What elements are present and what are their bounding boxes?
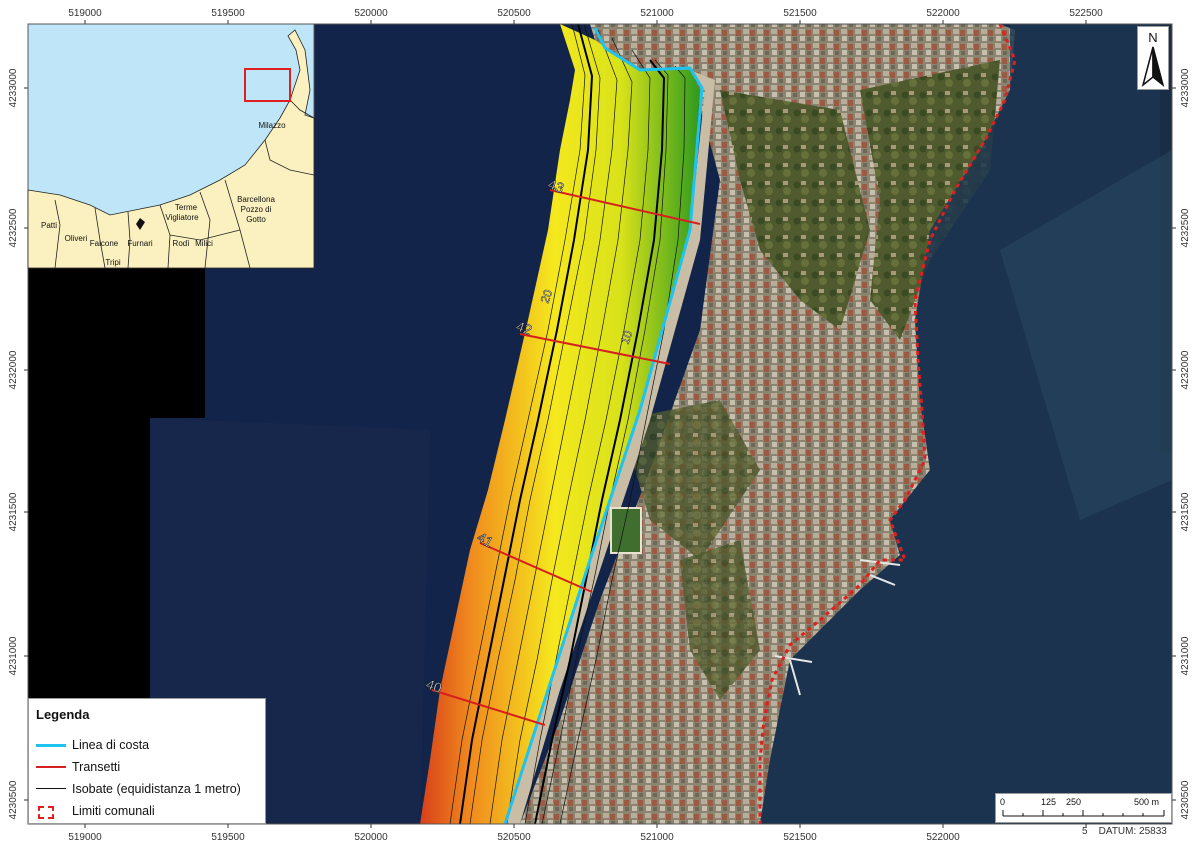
x-tick-bottom-519000: 519000 [68,832,102,843]
inset-place-tripi: Tripi [105,258,120,267]
inset-place-patti: Patti [41,221,57,230]
isobath-symbol [36,783,66,795]
x-tick-bottom-520500: 520500 [497,832,531,843]
inset-place-barcellona: Barcellona [237,195,275,204]
x-tick-bottom-522000: 522000 [926,832,960,843]
y-tick-right-4231000: 4231000 [1180,636,1191,675]
x-tick-top-521000: 521000 [640,8,674,19]
datum-label: 5 DATUM: 25833 [1082,826,1167,837]
legend-label: Limiti comunali [72,804,155,818]
x-tick-bottom-520000: 520000 [354,832,388,843]
inset-place-vigliatore: Vigliatore [165,213,199,222]
y-tick-left-4232500: 4232500 [8,208,19,247]
legend-label: Isobate (equidistanza 1 metro) [72,782,241,796]
y-tick-left-4233000: 4233000 [8,68,19,107]
legend-item-boundary: Limiti comunali [36,802,155,820]
inset-place-gotto: Gotto [246,215,266,224]
inset-place-terme: Terme [175,203,198,212]
inset-place-furnari: Furnari [127,239,153,248]
legend-title: Legenda [36,707,90,722]
x-tick-bottom-521000: 521000 [640,832,674,843]
shoreline-symbol [36,739,66,751]
y-tick-right-4233000: 4233000 [1180,68,1191,107]
legend-label: Linea di costa [72,738,150,752]
y-tick-right-4232500: 4232500 [1180,208,1191,247]
y-tick-right-4231500: 4231500 [1180,492,1191,531]
legend-item-transect: Transetti [36,758,120,776]
scale-label-250: 250 [1066,797,1082,807]
x-tick-bottom-521500: 521500 [783,832,817,843]
inset-place-milazzo: Milazzo [258,121,286,130]
legend-label: Transetti [72,760,121,774]
north-arrow: N [1137,26,1169,90]
y-tick-left-4232000: 4232000 [8,350,19,389]
x-tick-top-522500: 522500 [1069,8,1103,19]
inset-place-milici: Milici [195,239,213,248]
x-tick-top-521500: 521500 [783,8,817,19]
x-tick-top-520000: 520000 [354,8,388,19]
x-tick-top-519000: 519000 [68,8,102,19]
inset-place-pozzo: Pozzo di [241,205,272,214]
inset-map: Milazzo Barcellona Pozzo di Gotto Terme … [27,23,315,269]
legend: Legenda Linea di costa Transetti Isobate… [28,698,266,824]
scale-bar-ticks [1002,810,1165,817]
y-tick-left-4231000: 4231000 [8,636,19,675]
y-tick-left-4230500: 4230500 [8,780,19,819]
scale-label-125: 125 [1041,797,1057,807]
x-tick-top-522000: 522000 [926,8,960,19]
transect-symbol [36,761,66,773]
boundary-symbol [36,805,66,819]
y-tick-right-4230500: 4230500 [1180,780,1191,819]
x-tick-top-520500: 520500 [497,8,531,19]
north-arrow-icon [1141,46,1165,88]
x-tick-bottom-519500: 519500 [211,832,245,843]
inset-place-rodi: Rodì [173,239,190,248]
inset-place-oliveri: Oliveri [65,234,88,243]
inset-place-falcone: Falcone [90,239,119,248]
legend-item-shoreline: Linea di costa [36,736,149,754]
scale-label-500: 500 m [1134,797,1160,807]
legend-item-isobath: Isobate (equidistanza 1 metro) [36,780,241,798]
north-label: N [1148,30,1158,45]
y-tick-left-4231500: 4231500 [8,492,19,531]
scale-bar: 0 125 250 500 m [995,793,1172,823]
y-tick-right-4232000: 4232000 [1180,350,1191,389]
scale-label-0: 0 [1000,797,1006,807]
x-tick-top-519500: 519500 [211,8,245,19]
